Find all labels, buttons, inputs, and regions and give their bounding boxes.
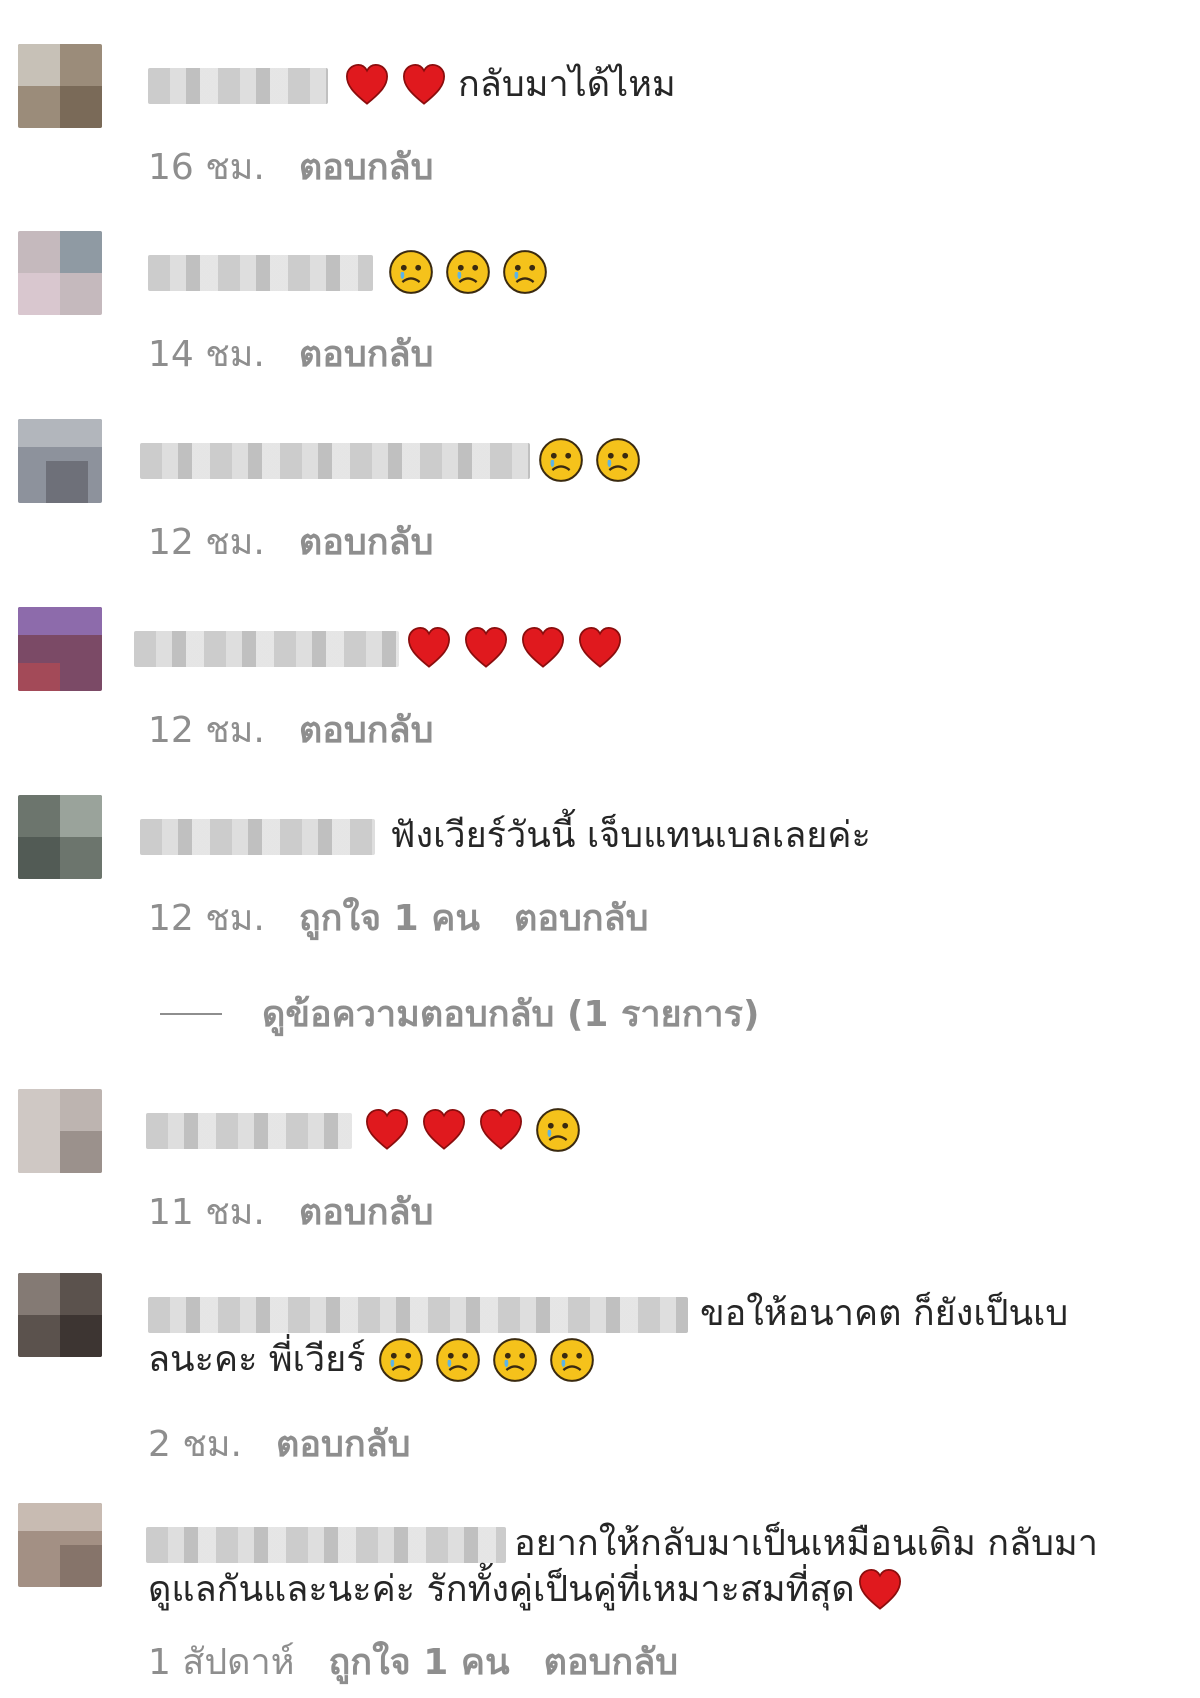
reply-button[interactable]: ตอบกลับ <box>514 899 649 939</box>
comment-meta: 11 ชม. ตอบกลับ <box>148 1193 433 1233</box>
timestamp[interactable]: 12 ชม. <box>148 711 265 751</box>
sad-face-icon <box>389 250 433 294</box>
sad-face-icon <box>596 438 640 482</box>
heart-icon <box>480 1109 522 1150</box>
avatar[interactable] <box>18 1089 102 1173</box>
comment-text <box>364 1107 592 1153</box>
timestamp[interactable]: 16 ชม. <box>148 148 265 188</box>
blurred-username[interactable] <box>140 819 375 855</box>
reply-button[interactable]: ตอบกลับ <box>299 148 434 188</box>
avatar[interactable] <box>18 795 102 879</box>
blurred-username[interactable] <box>148 255 373 291</box>
heart-icon <box>465 627 507 668</box>
avatar[interactable] <box>18 607 102 691</box>
sad-face-icon <box>536 1108 580 1152</box>
comment-text: ขอให้อนาคต ก็ยังเป็นเบ <box>700 1291 1068 1337</box>
comment-meta: 12 ชม. ตอบกลับ <box>148 523 433 563</box>
comment-text <box>406 625 634 671</box>
comment-meta: 16 ชม. ตอบกลับ <box>148 148 433 188</box>
heart-icon <box>858 1569 901 1610</box>
timestamp[interactable]: 12 ชม. <box>148 899 265 939</box>
blurred-username[interactable] <box>134 631 399 667</box>
avatar[interactable] <box>18 419 102 503</box>
sad-face-icon <box>549 1338 594 1382</box>
heart-icon <box>403 64 445 105</box>
reply-button[interactable]: ตอบกลับ <box>299 523 434 563</box>
heart-icon <box>522 627 564 668</box>
sad-face-icon <box>446 250 490 294</box>
blurred-username[interactable] <box>140 443 530 479</box>
heart-icon <box>579 627 621 668</box>
comment-meta: 2 ชม. ตอบกลับ <box>148 1425 411 1465</box>
avatar[interactable] <box>18 231 102 315</box>
reply-button[interactable]: ตอบกลับ <box>544 1643 679 1683</box>
comment-text <box>538 437 652 483</box>
timestamp[interactable]: 1 สัปดาห์ <box>148 1643 295 1683</box>
heart-icon <box>346 64 388 105</box>
comment-body-line1: อยากให้กลับมาเป็นเหมือนเดิม กลับมา <box>514 1523 1098 1564</box>
comment-text: ฟังเวียร์วันนี้ เจ็บแทนเบลเลยค่ะ <box>390 813 871 859</box>
comment-meta: 1 สัปดาห์ ถูกใจ 1 คน ตอบกลับ <box>148 1643 678 1683</box>
comment-text: อยากให้กลับมาเป็นเหมือนเดิม กลับมา <box>514 1521 1098 1567</box>
comment-body: ฟังเวียร์วันนี้ เจ็บแทนเบลเลยค่ะ <box>390 815 871 856</box>
likes-count[interactable]: ถูกใจ 1 คน <box>299 899 480 939</box>
sad-face-icon <box>539 438 583 482</box>
view-replies-button[interactable]: ดูข้อความตอบกลับ (1 รายการ) <box>160 985 759 1042</box>
comment-meta: 12 ชม. ถูกใจ 1 คน ตอบกลับ <box>148 899 649 939</box>
avatar[interactable] <box>18 1503 102 1587</box>
heart-icon <box>408 627 450 668</box>
blurred-username[interactable] <box>148 1297 688 1333</box>
sad-face-icon <box>435 1338 480 1382</box>
timestamp[interactable]: 2 ชม. <box>148 1425 242 1465</box>
blurred-username[interactable] <box>148 68 328 104</box>
sad-face-icon <box>503 250 547 294</box>
comment-text: กลับมาได้ไหม <box>344 62 676 108</box>
blurred-username[interactable] <box>146 1527 506 1563</box>
avatar[interactable] <box>18 1273 102 1357</box>
timestamp[interactable]: 11 ชม. <box>148 1193 265 1233</box>
timestamp[interactable]: 14 ชม. <box>148 335 265 375</box>
reply-button[interactable]: ตอบกลับ <box>299 335 434 375</box>
comment-meta: 12 ชม. ตอบกลับ <box>148 711 433 751</box>
comment-text-line2: ลนะคะ พี่เวียร์ <box>148 1337 606 1383</box>
comment-meta: 14 ชม. ตอบกลับ <box>148 335 433 375</box>
view-replies-label: ดูข้อความตอบกลับ (1 รายการ) <box>262 994 760 1035</box>
comment-text <box>388 249 559 295</box>
reply-button[interactable]: ตอบกลับ <box>299 711 434 751</box>
timestamp[interactable]: 12 ชม. <box>148 523 265 563</box>
comment-body-line2: ลนะคะ พี่เวียร์ <box>148 1339 366 1380</box>
reply-button[interactable]: ตอบกลับ <box>276 1425 411 1465</box>
sad-face-icon <box>492 1338 537 1382</box>
avatar[interactable] <box>18 44 102 128</box>
comment-body-line2: ดูแลกันและนะค่ะ รักทั้งคู่เป็นคู่ที่เหมา… <box>148 1569 855 1610</box>
heart-icon <box>423 1109 465 1150</box>
reply-button[interactable]: ตอบกลับ <box>299 1193 434 1233</box>
comment-body: กลับมาได้ไหม <box>458 64 676 105</box>
blurred-username[interactable] <box>146 1113 352 1149</box>
heart-icon <box>366 1109 408 1150</box>
comment-text-line2: ดูแลกันและนะค่ะ รักทั้งคู่เป็นคู่ที่เหมา… <box>148 1567 914 1613</box>
comment-body-line1: ขอให้อนาคต ก็ยังเป็นเบ <box>700 1293 1069 1334</box>
sad-face-icon <box>378 1338 423 1382</box>
divider-line <box>160 1012 222 1015</box>
likes-count[interactable]: ถูกใจ 1 คน <box>329 1643 510 1683</box>
